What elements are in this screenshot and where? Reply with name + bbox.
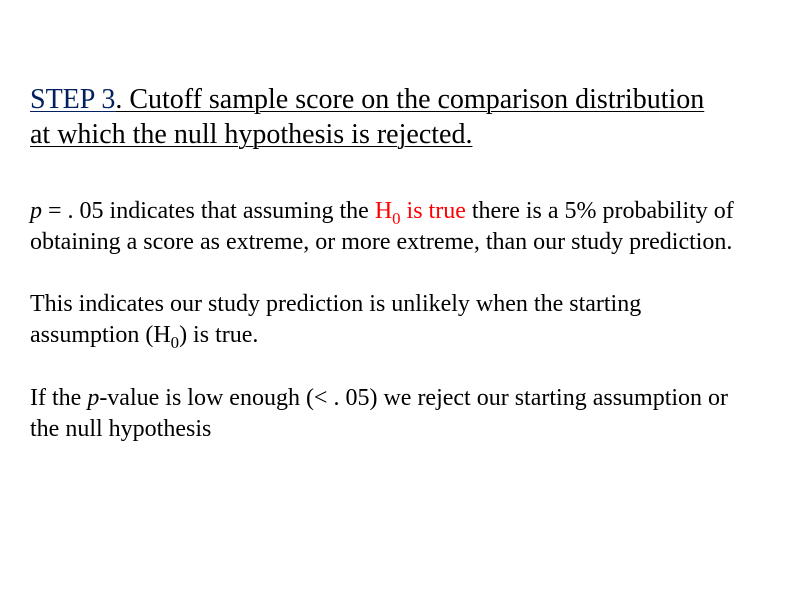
- text: If the: [30, 385, 87, 411]
- p-variable: p: [30, 198, 42, 224]
- step-label: STEP 3: [30, 84, 115, 115]
- h0: H0: [153, 322, 179, 348]
- text: This indicates our study prediction is u…: [30, 291, 641, 348]
- heading-text: . Cutoff sample score on the comparison …: [30, 84, 704, 150]
- h0-red: H0 is true: [375, 198, 466, 224]
- slide-body: p = . 05 indicates that assuming the H0 …: [30, 196, 750, 444]
- slide-heading: STEP 3. Cutoff sample score on the compa…: [30, 82, 730, 152]
- h-subscript: 0: [392, 209, 400, 228]
- text: ) is true.: [179, 322, 258, 348]
- paragraph-1: p = . 05 indicates that assuming the H0 …: [30, 196, 750, 257]
- h-letter: H: [375, 198, 392, 224]
- h-subscript: 0: [171, 333, 179, 352]
- p-variable: p: [87, 385, 99, 411]
- text: is true: [401, 198, 466, 224]
- h-letter: H: [153, 322, 170, 348]
- paragraph-2: This indicates our study prediction is u…: [30, 289, 750, 350]
- text: = . 05 indicates that assuming the: [42, 198, 375, 224]
- paragraph-3: If the p-value is low enough (< . 05) we…: [30, 383, 750, 444]
- slide: STEP 3. Cutoff sample score on the compa…: [0, 0, 794, 595]
- text: -value is low enough (< . 05) we reject …: [30, 385, 728, 442]
